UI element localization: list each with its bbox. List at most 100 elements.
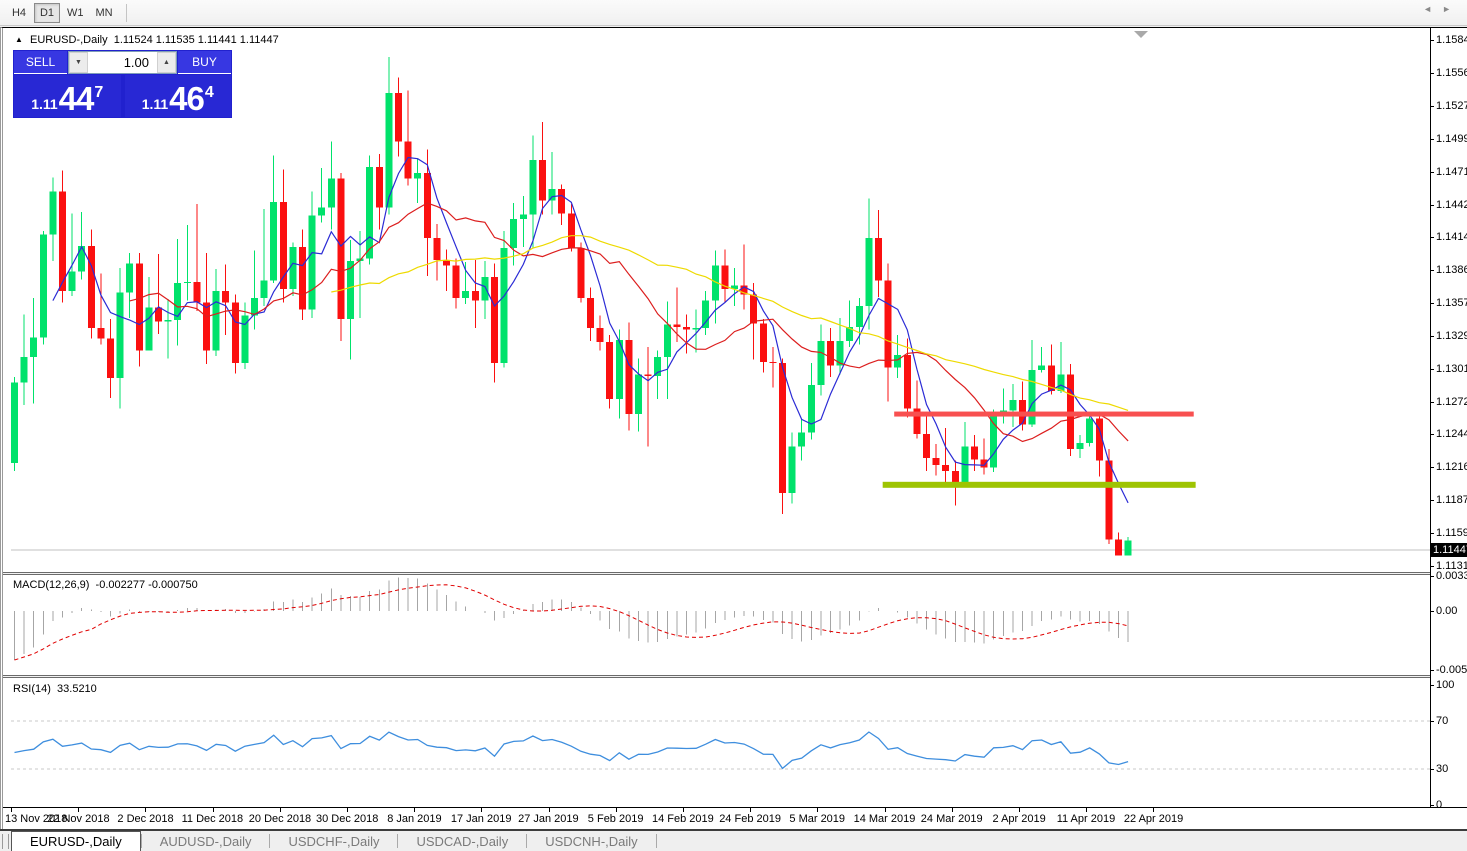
chart-tab-usdcad[interactable]: USDCAD-,Daily: [398, 831, 526, 851]
date-axis-tick: [212, 808, 214, 812]
collapse-icon[interactable]: ▲: [15, 35, 23, 44]
buy-button[interactable]: BUY: [178, 51, 231, 74]
candle-body: [1076, 443, 1084, 449]
macd-name: MACD(12,26,9): [13, 579, 90, 591]
date-axis-tick: [347, 808, 348, 812]
sell-price-prefix: 1.11: [31, 96, 58, 112]
candle-body: [395, 92, 402, 142]
candle-body: [289, 247, 297, 289]
date-axis-label: 27 Jan 2019: [518, 813, 579, 825]
rsi-axis-label: 70: [1436, 715, 1449, 727]
date-axis-tick: [279, 808, 281, 812]
candle-body: [779, 363, 786, 493]
candle-body: [1009, 400, 1017, 411]
timeframe-button-mn[interactable]: MN: [91, 3, 118, 23]
candle-body: [769, 361, 777, 364]
chart-tab-usdcnh[interactable]: USDCNH-,Daily: [527, 831, 655, 851]
resistance-line[interactable]: [894, 411, 1194, 417]
candle-body: [539, 160, 546, 201]
candle-body: [279, 201, 287, 289]
candle-body: [577, 248, 585, 299]
date-axis-label: 14 Mar 2019: [853, 813, 916, 825]
chart-tab-eurusd[interactable]: EURUSD-,Daily: [11, 831, 141, 851]
candle-body: [11, 382, 18, 463]
sell-price-pip: 7: [94, 84, 104, 101]
timeframe-button-d1[interactable]: D1: [34, 2, 60, 23]
axis-tick: [1430, 670, 1434, 672]
ohlc-close: 1.11447: [239, 34, 279, 46]
timeframe-button-h4[interactable]: H4: [6, 3, 32, 23]
candle-body: [692, 328, 700, 330]
candle-body: [471, 291, 479, 301]
candle-body: [39, 234, 47, 338]
axis-tick: [1430, 335, 1434, 337]
date-axis-label: 22 Apr 2019: [1123, 813, 1184, 825]
chart-shift-marker-icon[interactable]: [1134, 31, 1148, 38]
macd-axis-label: 0.003386: [1436, 569, 1467, 582]
candle-body: [817, 340, 825, 386]
tab-scroll-left-icon[interactable]: ◄: [1423, 4, 1442, 14]
candle-body: [423, 172, 431, 238]
candle-body: [452, 265, 460, 299]
date-axis-tick: [481, 808, 483, 812]
date-axis-tick: [683, 808, 684, 812]
candle-body: [375, 167, 383, 208]
volume-increase-button[interactable]: ▲: [157, 52, 176, 73]
buy-price-display[interactable]: 1.11 46 4: [124, 75, 231, 117]
rsi-axis-label: 30: [1436, 763, 1449, 775]
sell-button[interactable]: SELL: [14, 51, 67, 74]
chart-tab-usdchf[interactable]: USDCHF-,Daily: [270, 831, 397, 851]
date-axis-tick: [615, 808, 617, 812]
chart-canvas[interactable]: [3, 28, 1467, 807]
slow-ma: [331, 235, 1129, 411]
candle-body: [107, 338, 114, 379]
pane-separator[interactable]: [3, 675, 1467, 678]
candle-body: [116, 292, 124, 379]
candle-body: [203, 302, 210, 351]
candle-body: [529, 160, 537, 215]
price-axis-label: 1.14995: [1436, 132, 1467, 145]
ohlc-open: 1.11524: [113, 34, 153, 46]
axis-tick: [1430, 500, 1434, 502]
macd-axis-label: 0.00: [1436, 605, 1458, 617]
quote-separator: [121, 75, 124, 117]
timeframe-button-w1[interactable]: W1: [62, 3, 89, 23]
sell-price-display[interactable]: 1.11 44 7: [14, 75, 121, 117]
tabbar-grip[interactable]: [2, 834, 9, 849]
axis-tick: [1430, 303, 1434, 305]
axis-tick: [1430, 270, 1434, 272]
candle-body: [222, 291, 230, 303]
candle-body: [875, 237, 882, 281]
date-axis-label: 30 Dec 2018: [316, 813, 379, 825]
candle-body: [97, 328, 105, 339]
candle-body: [78, 245, 86, 272]
candle-body: [299, 247, 306, 310]
axis-tick: [1430, 611, 1434, 612]
chart-window: ▲ EURUSD-,Daily 1.11524 1.11535 1.11441 …: [0, 27, 1467, 829]
rsi-name: RSI(14): [13, 683, 51, 695]
date-axis-label: 11 Apr 2019: [1056, 813, 1116, 825]
candle-body: [68, 271, 76, 292]
macd-indicator-label: MACD(12,26,9) -0.002277 -0.000750: [13, 579, 198, 591]
rsi-value: 33.5210: [57, 683, 97, 695]
support-line[interactable]: [882, 481, 1196, 488]
axis-tick: [1430, 532, 1434, 534]
candle-body: [164, 320, 172, 322]
volume-decrease-button[interactable]: ▼: [69, 52, 88, 73]
date-axis-label: 24 Mar 2019: [920, 813, 983, 825]
pane-separator[interactable]: [3, 572, 1467, 575]
candle-body: [798, 432, 806, 447]
candle-body: [683, 327, 690, 330]
axis-tick: [1430, 237, 1434, 239]
date-axis: 13 Nov 2018 22 Nov 2018 2 Dec 2018 11 Dec 2…: [3, 807, 1467, 828]
candle-body: [510, 219, 518, 249]
axis-tick: [1430, 575, 1434, 577]
date-axis-label: 2 Apr 2019: [992, 813, 1046, 825]
volume-input[interactable]: 1.00: [88, 52, 157, 73]
axis-tick: [1430, 40, 1434, 41]
axis-tick: [1430, 721, 1434, 722]
tab-scroll-right-icon[interactable]: ►: [1442, 4, 1461, 14]
tab-scroll-arrows[interactable]: ◄►: [1423, 4, 1461, 14]
date-axis-label: 14 Feb 2019: [652, 813, 714, 825]
chart-tab-audusd[interactable]: AUDUSD-,Daily: [142, 831, 270, 851]
